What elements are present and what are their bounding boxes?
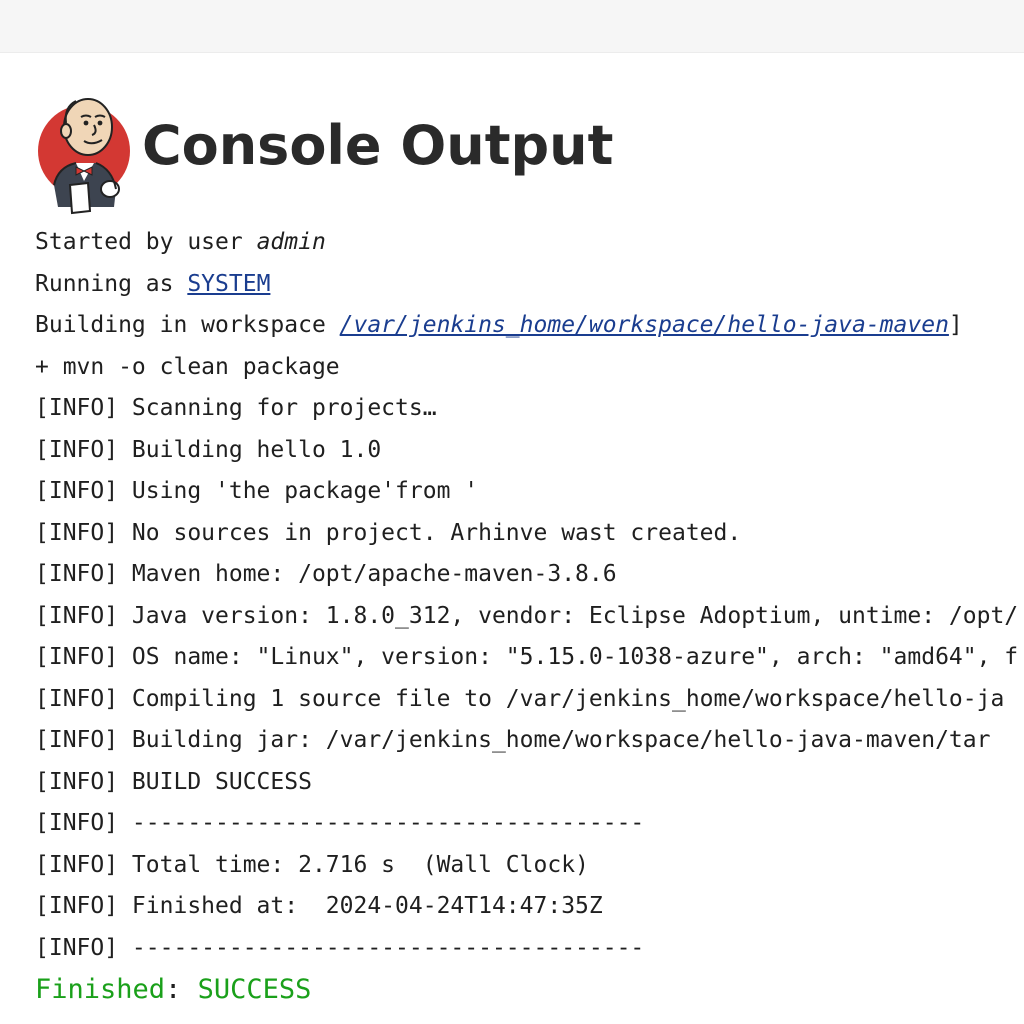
finished-status: SUCCESS [197,974,312,1005]
workspace-path-link[interactable]: /var/jenkins_home/workspace/hello-java-m… [340,312,949,338]
workspace-suffix: ] [948,312,963,338]
console-line: [INFO] Scanning for projects… [35,395,437,421]
running-as-line: Running as SYSTEM [35,264,1024,306]
console-line: [INFO] Compiling 1 source file to /var/j… [35,685,1005,712]
started-user: admin [256,229,326,255]
console-line: [INFO] Total time: 2.716 s (Wall Clock) [35,851,589,878]
system-user-link[interactable]: SYSTEM [187,271,270,297]
finished-label: Finished [35,974,166,1005]
console-line: [INFO] Java version: 1.8.0_312, vendor: … [35,602,1019,629]
console-line: [INFO] Building hello 1.0 [35,436,382,463]
console-page: Console Output Started by user admin Run… [0,52,1024,1024]
jenkins-butler-icon [38,98,130,215]
finished-status-line: Finished: SUCCESS [35,969,1024,1011]
console-line: [INFO] Using 'the package'from ' [35,478,479,504]
console-line: [INFO] Building jar: /var/jenkins_home/w… [35,727,991,753]
started-by-line: Started by user admin [35,222,1024,264]
console-line: [INFO] ---------------------------------… [35,810,645,836]
console-line: [INFO] Maven home: /opt/apache-maven-3.8… [35,561,617,587]
console-line: [INFO] BUILD SUCCESS [35,768,312,795]
running-prefix: Running as [35,270,188,297]
page-header: Console Output [36,88,613,218]
console-line: [INFO] No sources in project. Arhinve wa… [35,519,742,546]
workspace-prefix: Building in workspace [35,312,340,338]
console-line: [INFO] OS name: "Linux", version: "5.15.… [35,644,1019,670]
finished-separator: : [165,974,198,1005]
console-line: [INFO] Finished at: 2024-04-24T14:47:35Z [35,893,603,919]
console-output: Started by user admin Running as SYSTEM … [35,222,1024,1011]
console-line: [INFO] ---------------------------------… [35,934,645,961]
page-title: Console Output [142,113,614,177]
started-prefix: Started by user [35,229,257,255]
top-bar [0,0,1024,53]
console-line: + mvn -o clean package [35,353,340,380]
workspace-line: Building in workspace /var/jenkins_home/… [35,305,1024,347]
